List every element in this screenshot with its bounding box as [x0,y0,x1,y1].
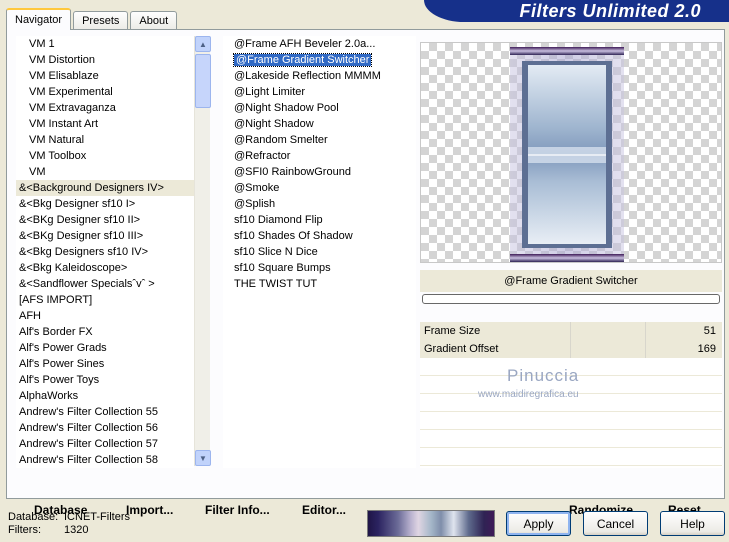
scroll-thumb[interactable] [195,54,211,108]
category-item[interactable]: [AFS IMPORT] [16,292,194,308]
category-item[interactable]: Alf's Power Grads [16,340,194,356]
param-label: Frame Size [424,325,481,337]
category-item[interactable]: VM Toolbox [16,148,194,164]
filter-item[interactable]: @Lakeside Reflection MMMM [223,68,416,84]
selected-filter-label: @Frame Gradient Switcher [232,53,373,67]
filter-item[interactable]: @Light Limiter [223,84,416,100]
category-item[interactable]: VM Experimental [16,84,194,100]
filter-info-button[interactable]: Filter Info... [205,503,270,517]
category-item[interactable]: VM 1 [16,36,194,52]
filter-item[interactable]: sf10 Square Bumps [223,260,416,276]
import-button[interactable]: Import... [126,503,173,517]
category-item[interactable]: AlphaWorks [16,388,194,404]
category-item[interactable]: &<Bkg Designer sf10 I> [16,196,194,212]
filter-item[interactable]: @Night Shadow [223,116,416,132]
filter-item[interactable]: @Frame AFH Beveler 2.0a... [223,36,416,52]
category-list[interactable]: VM 1 VM Distortion VM Elisablaze VM Experim… [16,36,194,468]
app-title-banner: Filters Unlimited 2.0 [424,0,729,22]
filters-label: Filters: [8,524,41,536]
filter-item[interactable]: @Night Shadow Pool [223,100,416,116]
param-label: Gradient Offset [424,343,499,355]
category-item[interactable]: AFH [16,308,194,324]
selected-filter-name: @Frame Gradient Switcher [420,270,722,292]
slider-tick [645,322,646,340]
filter-item[interactable]: @Refractor [223,148,416,164]
filter-item[interactable]: @Smoke [223,180,416,196]
category-item[interactable]: &<Background Designers IV> [16,180,194,196]
filter-item[interactable]: sf10 Diamond Flip [223,212,416,228]
param-frame-size[interactable]: Frame Size 51 [420,322,722,340]
param-row-empty [420,448,722,466]
category-item[interactable]: VM Instant Art [16,116,194,132]
category-item[interactable]: VM Elisablaze [16,68,194,84]
category-item[interactable]: &<BKg Designer sf10 III> [16,228,194,244]
category-item[interactable]: VM [16,164,194,180]
database-value: ICNET-Filters [64,511,130,523]
slider-tick [570,340,571,358]
help-button[interactable]: Help [660,511,725,536]
param-row-empty [420,430,722,448]
apply-button[interactable]: Apply [506,511,571,536]
preview-image [420,42,722,263]
watermark-url: www.maidiregrafica.eu [478,389,579,400]
frame-preview-graphic [510,47,624,262]
cancel-button[interactable]: Cancel [583,511,648,536]
tab-navigator[interactable]: Navigator [6,8,72,30]
database-label: Database: [8,511,59,523]
gradient-swatch[interactable] [367,510,495,537]
filter-item[interactable]: sf10 Slice N Dice [223,244,416,260]
progress-bar [422,294,720,304]
filter-item[interactable]: THE TWIST TUT [223,276,416,292]
param-value: 169 [697,343,716,355]
filter-list[interactable]: @Frame AFH Beveler 2.0a... @Frame Gradien… [223,36,416,468]
category-item[interactable]: VM Distortion [16,52,194,68]
status-area: Database: ICNET-Filters Filters: 1320 [8,511,130,537]
param-gradient-offset[interactable]: Gradient Offset 169 [420,340,722,358]
slider-tick [645,340,646,358]
category-scrollbar[interactable]: ▲ ▼ [194,36,211,466]
watermark-name: Pinuccia [507,366,580,385]
tab-presets[interactable]: Presets [73,11,129,30]
category-item[interactable]: &<Bkg Designers sf10 IV> [16,244,194,260]
category-item[interactable]: Alf's Power Toys [16,372,194,388]
category-item[interactable]: Andrew's Filter Collection 56 [16,420,194,436]
editor-button[interactable]: Editor... [302,503,346,517]
category-item[interactable]: &<BKg Designer sf10 II> [16,212,194,228]
category-item[interactable]: &<Sandflower Specialsˆvˆ > [16,276,194,292]
slider-tick [570,322,571,340]
category-item[interactable]: VM Extravaganza [16,100,194,116]
param-row-empty [420,412,722,430]
filter-item[interactable]: sf10 Shades Of Shadow [223,228,416,244]
category-item[interactable]: Andrew's Filter Collection 57 [16,436,194,452]
filter-item[interactable]: @Frame Gradient Switcher [223,52,416,68]
filter-item[interactable]: @SFI0 RainbowGround [223,164,416,180]
tab-strip: Navigator Presets About [6,8,179,30]
category-item[interactable]: &<Bkg Kaleidoscope> [16,260,194,276]
filter-item[interactable]: @Splish [223,196,416,212]
filters-count: 1320 [64,524,89,536]
navigator-panel: VM 1 VM Distortion VM Elisablaze VM Experim… [6,29,725,517]
param-value: 51 [703,325,716,337]
category-item[interactable]: Alf's Border FX [16,324,194,340]
category-item[interactable]: VM Natural [16,132,194,148]
category-item[interactable]: Andrew's Filter Collection 58 [16,452,194,468]
category-item[interactable]: Alf's Power Sines [16,356,194,372]
scroll-up-button[interactable]: ▲ [195,36,211,52]
tab-about[interactable]: About [130,11,178,30]
scroll-down-button[interactable]: ▼ [195,450,211,466]
filter-item[interactable]: @Random Smelter [223,132,416,148]
category-item[interactable]: Andrew's Filter Collection 55 [16,404,194,420]
